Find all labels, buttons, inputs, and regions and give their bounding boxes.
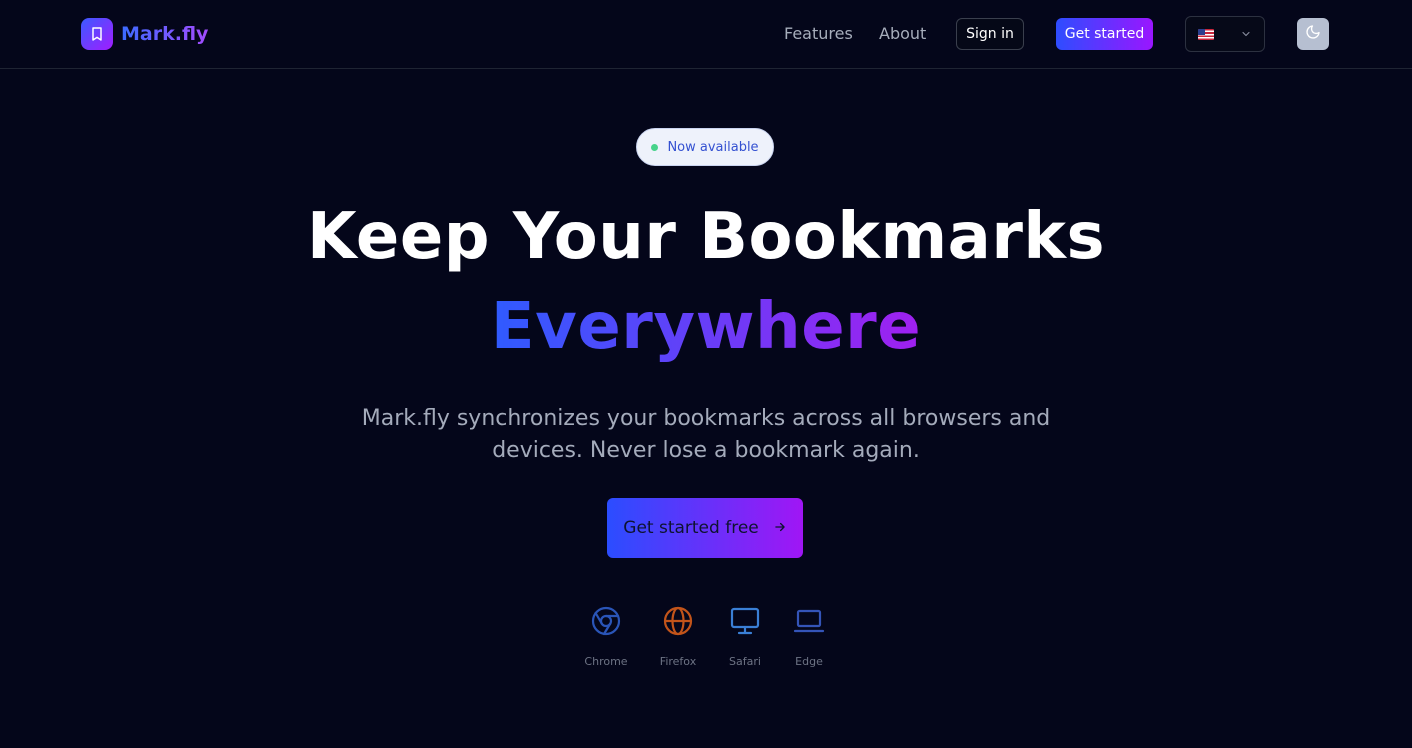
- browser-label-chrome: Chrome: [584, 655, 628, 668]
- sign-in-button[interactable]: Sign in: [956, 18, 1024, 50]
- hero-title: Keep Your Bookmarks: [306, 200, 1106, 274]
- globe-icon: [662, 605, 694, 641]
- hero-subtitle: Mark.fly synchronizes your bookmarks acr…: [361, 406, 1051, 463]
- hero-title-highlight-wrap: Everywhere: [0, 290, 1412, 364]
- brand-name: Mark.fly: [121, 23, 209, 45]
- chevron-down-icon: [1240, 25, 1252, 44]
- language-select[interactable]: [1185, 16, 1265, 52]
- brand-logo-link[interactable]: Mark.fly: [81, 18, 208, 50]
- browser-firefox: Firefox: [648, 605, 708, 668]
- browser-label-edge: Edge: [795, 655, 823, 668]
- badge-label: Now available: [667, 139, 759, 155]
- cta-label: Get started free: [623, 518, 759, 538]
- browser-safari: Safari: [715, 605, 775, 668]
- monitor-icon: [729, 605, 761, 641]
- get-started-button[interactable]: Get started: [1056, 18, 1153, 50]
- browser-edge: Edge: [779, 605, 839, 668]
- laptop-icon: [793, 605, 825, 641]
- navbar: Mark.fly Features About Sign in Get star…: [0, 0, 1412, 69]
- theme-toggle-button[interactable]: [1297, 18, 1329, 50]
- bookmark-icon: [81, 18, 113, 50]
- browser-chrome: Chrome: [576, 605, 636, 668]
- status-badge: Now available: [636, 128, 774, 166]
- nav-link-features[interactable]: Features: [784, 24, 853, 43]
- get-started-free-button[interactable]: Get started free: [607, 498, 803, 558]
- browser-label-firefox: Firefox: [659, 655, 697, 668]
- nav-link-about[interactable]: About: [879, 24, 926, 43]
- status-dot: [651, 143, 659, 151]
- hero-title-highlight: Everywhere: [490, 290, 922, 364]
- us-flag-icon: [1198, 28, 1214, 40]
- browser-label-safari: Safari: [729, 655, 761, 668]
- moon-icon: [1305, 24, 1321, 44]
- chrome-icon: [590, 605, 622, 641]
- arrow-right-icon: [773, 519, 787, 538]
